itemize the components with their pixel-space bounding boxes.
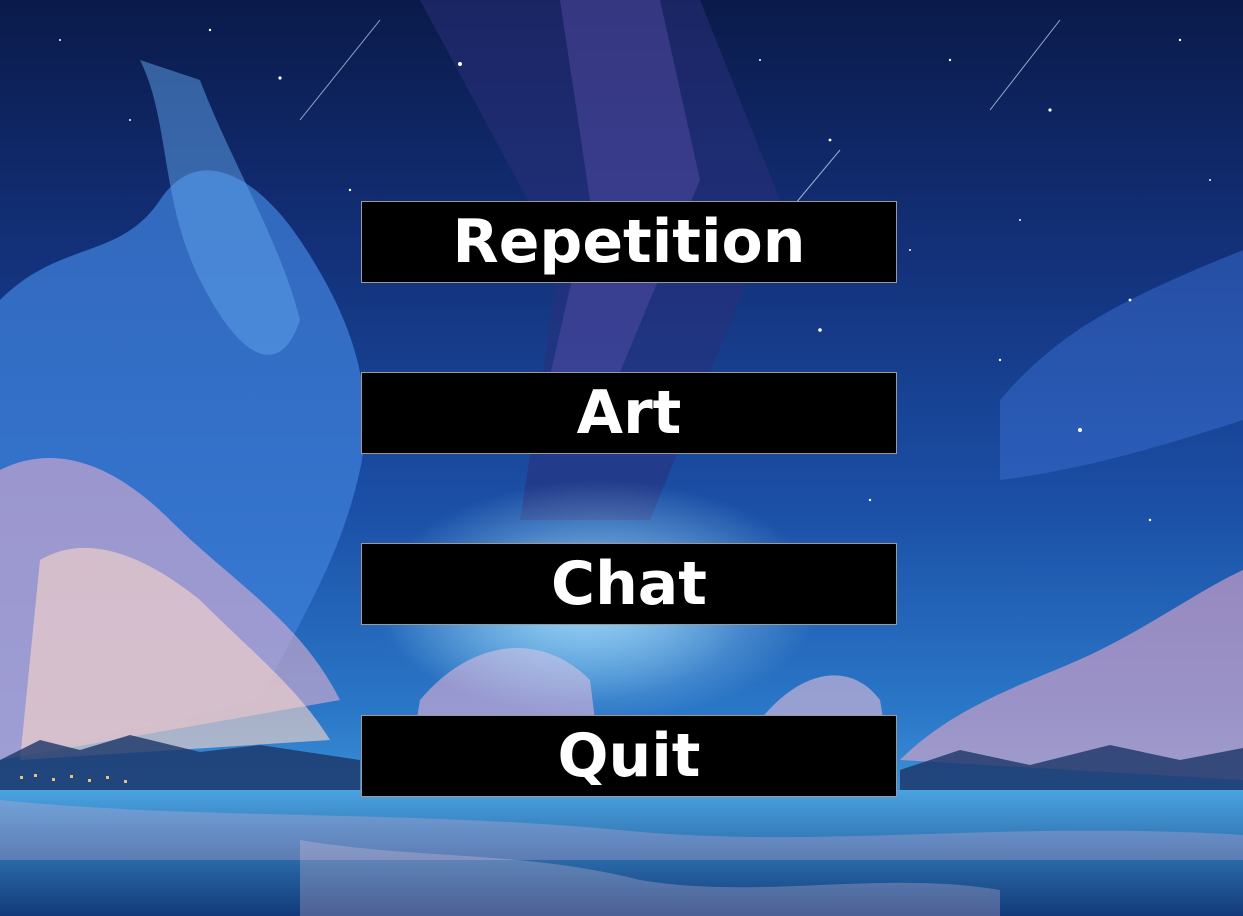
repetition-button[interactable]: Repetition xyxy=(361,201,897,283)
art-button-label: Art xyxy=(576,378,682,448)
art-button[interactable]: Art xyxy=(361,372,897,454)
chat-button-label: Chat xyxy=(551,549,707,619)
quit-button[interactable]: Quit xyxy=(361,715,897,797)
quit-button-label: Quit xyxy=(557,721,701,791)
repetition-button-label: Repetition xyxy=(452,207,806,277)
chat-button[interactable]: Chat xyxy=(361,543,897,625)
